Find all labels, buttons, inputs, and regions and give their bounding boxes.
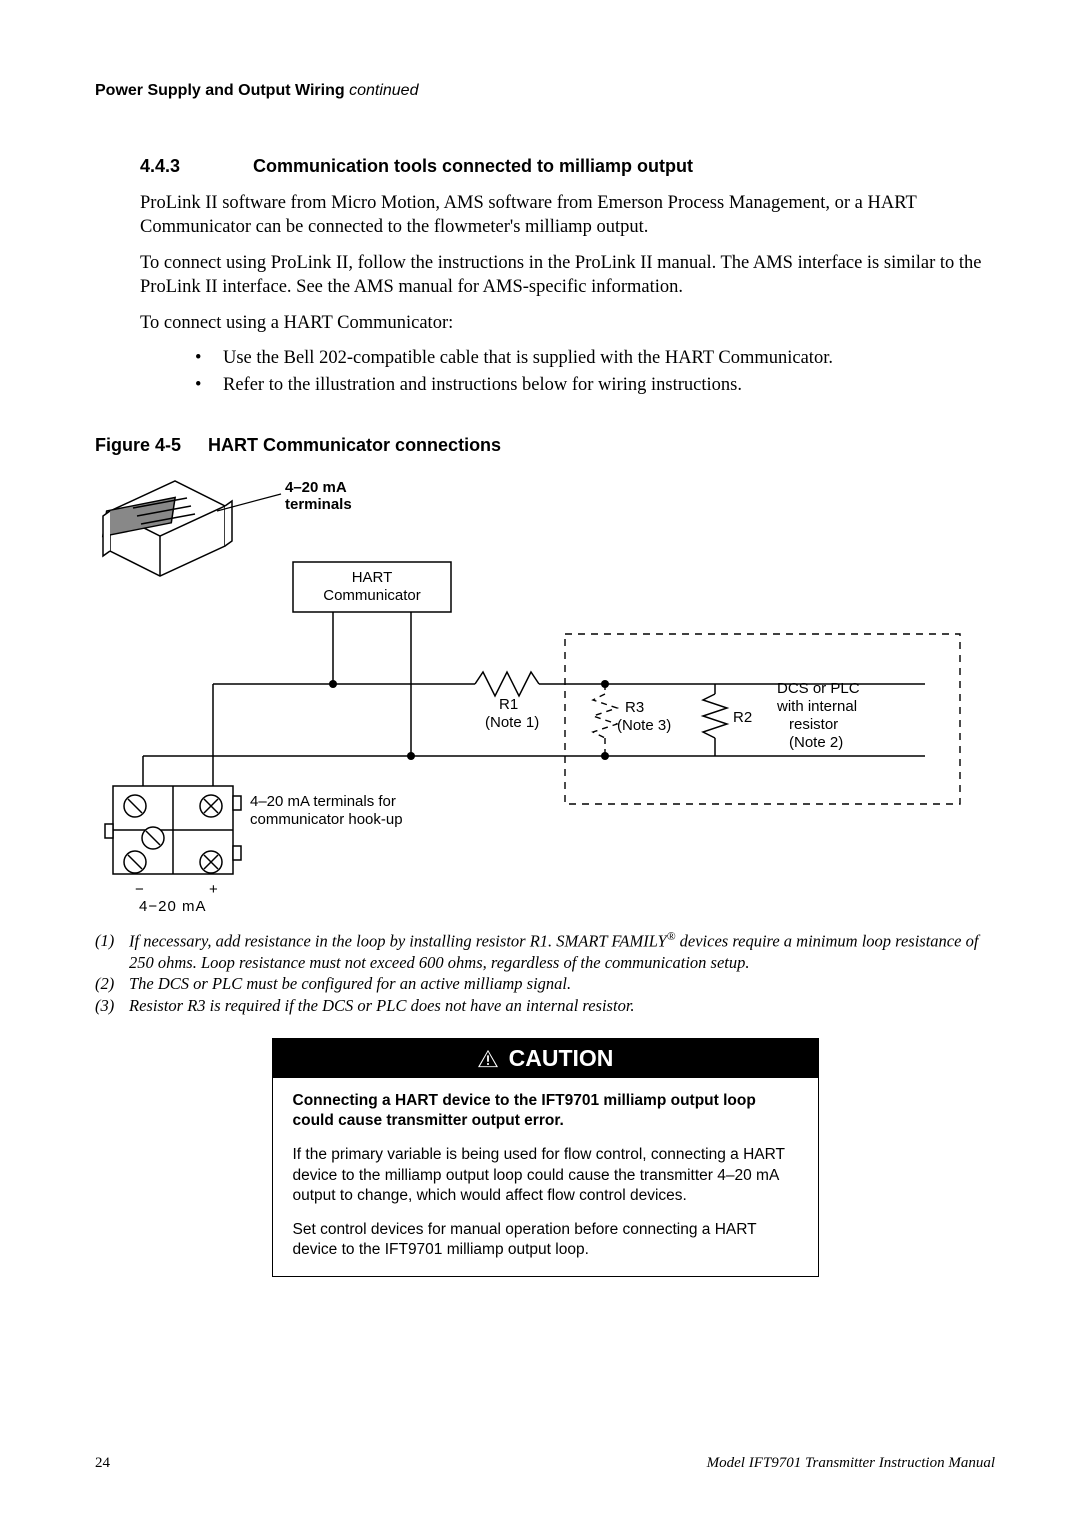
note-1-text: If necessary, add resistance in the loop…	[129, 930, 995, 973]
caution-body: Connecting a HART device to the IFT9701 …	[273, 1078, 818, 1276]
running-title: Power Supply and Output Wiring	[95, 82, 345, 99]
label-r3-note: (Note 3)	[617, 717, 671, 734]
section-number: 4.4.3	[140, 156, 248, 177]
label-dcs-2: with internal	[776, 698, 857, 715]
label-r1: R1	[499, 696, 518, 713]
figure-diagram: 4–20 mA terminals HART Communicator	[95, 466, 965, 916]
label-minus: −	[135, 881, 144, 898]
transmitter-icon	[103, 481, 232, 576]
caution-header: CAUTION	[273, 1039, 818, 1078]
label-terminals-1: 4–20 mA	[285, 479, 347, 496]
note-2-num: (2)	[95, 973, 123, 994]
note-3-text: Resistor R3 is required if the DCS or PL…	[129, 995, 635, 1016]
section-heading: 4.4.3 Communication tools connected to m…	[140, 156, 995, 177]
hart-box-line1: HART	[352, 569, 393, 586]
note-1-num: (1)	[95, 930, 123, 973]
running-continued: continued	[349, 82, 418, 99]
paragraph-3: To connect using a HART Communicator:	[140, 311, 995, 335]
figure-notes: (1) If necessary, add resistance in the …	[95, 930, 995, 1016]
bullet-list: Use the Bell 202-compatible cable that i…	[140, 345, 995, 399]
caution-box: CAUTION Connecting a HART device to the …	[272, 1038, 819, 1277]
label-ma: 4−20 mA	[139, 898, 206, 915]
page-number: 24	[95, 1455, 110, 1472]
resistor-r3	[593, 684, 617, 756]
resistor-r2	[703, 684, 727, 756]
label-terminals-2: terminals	[285, 496, 352, 513]
paragraph-1: ProLink II software from Micro Motion, A…	[140, 191, 995, 239]
caution-title: CAUTION	[509, 1045, 614, 1072]
note-2-text: The DCS or PLC must be configured for an…	[129, 973, 571, 994]
bullet-1: Use the Bell 202-compatible cable that i…	[195, 345, 995, 372]
label-dcs-1: DCS or PLC	[777, 680, 860, 697]
label-dcs-3: resistor	[789, 716, 838, 733]
label-hookup-1: 4–20 mA terminals for	[250, 793, 396, 810]
note-3-num: (3)	[95, 995, 123, 1016]
label-hookup-2: communicator hook-up	[250, 811, 403, 828]
paragraph-2: To connect using ProLink II, follow the …	[140, 251, 995, 299]
warning-icon	[477, 1049, 499, 1069]
caution-p1: If the primary variable is being used fo…	[293, 1145, 798, 1205]
label-r2: R2	[733, 709, 752, 726]
figure-title: Figure 4-5 HART Communicator connections	[95, 435, 995, 456]
label-plus: +	[209, 881, 218, 898]
caution-lead: Connecting a HART device to the IFT9701 …	[293, 1091, 798, 1131]
label-dcs-4: (Note 2)	[789, 734, 843, 751]
bullet-2: Refer to the illustration and instructio…	[195, 372, 995, 399]
terminal-block	[105, 786, 241, 874]
figure-caption: HART Communicator connections	[208, 435, 501, 455]
page-footer: 24 Model IFT9701 Transmitter Instruction…	[95, 1455, 995, 1472]
manual-title: Model IFT9701 Transmitter Instruction Ma…	[707, 1455, 995, 1472]
section-title: Communication tools connected to milliam…	[253, 156, 693, 176]
label-r1-note: (Note 1)	[485, 714, 539, 731]
caution-p2: Set control devices for manual operation…	[293, 1220, 798, 1260]
hart-box-line2: Communicator	[323, 587, 421, 604]
label-r3: R3	[625, 699, 644, 716]
running-header: Power Supply and Output Wiring continued	[95, 82, 995, 100]
figure-number: Figure 4-5	[95, 435, 181, 456]
